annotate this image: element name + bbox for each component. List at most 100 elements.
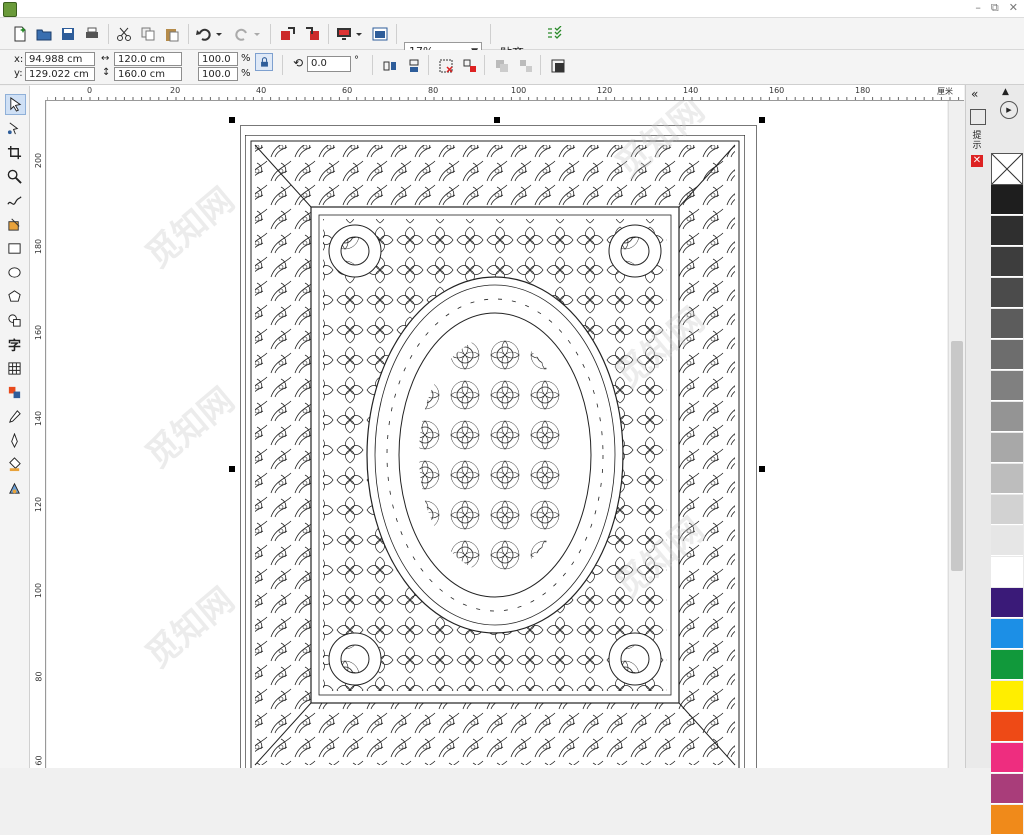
export-icon[interactable] — [302, 24, 322, 44]
app-launcher-icon[interactable] — [370, 24, 390, 44]
redo-dropdown-icon[interactable] — [252, 24, 262, 44]
new-icon[interactable] — [10, 24, 30, 44]
palette-scroll-up-icon[interactable]: ▲ — [1002, 87, 1009, 97]
collapse-docker-icon[interactable]: « — [971, 87, 978, 101]
color-swatch[interactable] — [991, 433, 1023, 463]
rectangle-tool-icon[interactable] — [5, 239, 24, 258]
polygon-tool-icon[interactable] — [5, 287, 24, 306]
text-tool-icon[interactable]: 字 — [5, 335, 24, 354]
horizontal-ruler[interactable]: 0 20 40 60 80 100 120 140 160 180 厘米 — [47, 85, 964, 101]
interactive-fill-tool-icon[interactable] — [5, 479, 24, 498]
selection-handle[interactable] — [759, 117, 765, 123]
fill-tool-icon[interactable] — [5, 455, 24, 474]
import-icon[interactable] — [278, 24, 298, 44]
carpet-pattern-artwork[interactable] — [245, 135, 745, 768]
ruler-origin[interactable] — [30, 85, 48, 101]
redo-icon[interactable] — [232, 24, 252, 44]
width-icon: ↔ — [101, 53, 110, 64]
object-manager-icon[interactable] — [970, 109, 986, 125]
mirror-horizontal-icon[interactable] — [380, 56, 400, 76]
smart-fill-tool-icon[interactable] — [5, 215, 24, 234]
undo-dropdown-icon[interactable] — [214, 24, 224, 44]
color-swatch[interactable] — [991, 216, 1023, 246]
combine-icon[interactable] — [492, 56, 512, 76]
selection-handle[interactable] — [759, 466, 765, 472]
print-icon[interactable] — [82, 24, 102, 44]
selection-handle[interactable] — [494, 117, 500, 123]
color-swatch[interactable] — [991, 712, 1023, 742]
paste-icon[interactable] — [162, 24, 182, 44]
crop-tool-icon[interactable] — [5, 143, 24, 162]
color-swatch[interactable] — [991, 340, 1023, 370]
mirror-vertical-icon[interactable] — [404, 56, 424, 76]
color-swatch[interactable] — [991, 557, 1023, 587]
selection-handle[interactable] — [229, 466, 235, 472]
ruler-label: 100 — [34, 582, 44, 599]
color-swatch[interactable] — [991, 464, 1023, 494]
shape-tool-icon[interactable] — [5, 119, 24, 138]
minimize-button[interactable]: – — [975, 1, 981, 15]
color-swatch[interactable] — [991, 743, 1023, 773]
restore-button[interactable]: ⧉ — [991, 1, 999, 15]
scrollbar-thumb[interactable] — [951, 341, 963, 571]
close-button[interactable]: ✕ — [1009, 1, 1018, 15]
color-swatch[interactable] — [991, 588, 1023, 618]
ungroup-icon[interactable] — [460, 56, 480, 76]
color-swatch[interactable] — [991, 526, 1023, 556]
color-swatch[interactable] — [991, 650, 1023, 680]
publish-icon[interactable] — [334, 24, 354, 44]
group-icon[interactable] — [436, 56, 456, 76]
no-color-swatch[interactable] — [991, 153, 1023, 185]
ellipse-tool-icon[interactable] — [5, 263, 24, 282]
scale-height-field[interactable]: 100.0 — [198, 67, 238, 81]
vertical-scrollbar[interactable] — [948, 101, 965, 768]
height-icon: ↕ — [102, 67, 111, 78]
zoom-tool-icon[interactable] — [5, 167, 24, 186]
color-swatch[interactable] — [991, 371, 1023, 401]
property-bar: x: 94.988 cm y: 129.022 cm ↔ 120.0 cm ↕ … — [0, 50, 1024, 85]
y-label: y: — [14, 68, 23, 79]
save-icon[interactable] — [58, 24, 78, 44]
lock-ratio-icon[interactable] — [255, 53, 273, 71]
x-position-field[interactable]: 94.988 cm — [25, 52, 95, 66]
color-swatch[interactable] — [991, 805, 1023, 835]
drawing-canvas[interactable]: 觅知网 觅知网 觅知网 觅知网 觅知网 觅知网 — [47, 101, 947, 768]
color-swatch[interactable] — [991, 402, 1023, 432]
basic-shapes-tool-icon[interactable] — [5, 311, 24, 330]
color-swatch[interactable] — [991, 681, 1023, 711]
ruler-label: 180 — [34, 238, 44, 255]
publish-dropdown-icon[interactable] — [354, 24, 364, 44]
vertical-ruler[interactable]: 200 180 160 140 120 100 80 60 — [30, 100, 46, 768]
close-docker-icon[interactable]: ✕ — [971, 155, 983, 167]
color-swatch[interactable] — [991, 309, 1023, 339]
outline-pen-tool-icon[interactable] — [5, 431, 24, 450]
color-swatch[interactable] — [991, 619, 1023, 649]
undo-icon[interactable] — [194, 24, 214, 44]
eyedropper-tool-icon[interactable] — [5, 407, 24, 426]
ruler-label: 160 — [34, 324, 44, 341]
cut-icon[interactable] — [114, 24, 134, 44]
color-swatch[interactable] — [991, 185, 1023, 215]
copy-icon[interactable] — [138, 24, 158, 44]
scale-width-field[interactable]: 100.0 — [198, 52, 238, 66]
height-field[interactable]: 160.0 cm — [114, 67, 182, 81]
pick-tool-icon[interactable] — [5, 94, 26, 115]
width-field[interactable]: 120.0 cm — [114, 52, 182, 66]
table-tool-icon[interactable] — [5, 359, 24, 378]
color-swatch[interactable] — [991, 278, 1023, 308]
app-logo-icon — [3, 2, 17, 17]
color-swatch[interactable] — [991, 247, 1023, 277]
color-swatch[interactable] — [991, 495, 1023, 525]
y-position-field[interactable]: 129.022 cm — [25, 67, 95, 81]
break-apart-icon[interactable] — [516, 56, 536, 76]
palette-menu-icon[interactable]: ▶ — [1000, 101, 1018, 119]
freehand-tool-icon[interactable] — [5, 191, 24, 210]
blend-tool-icon[interactable] — [5, 383, 24, 402]
rotation-angle-field[interactable]: 0.0 — [307, 56, 351, 72]
color-swatch[interactable] — [991, 774, 1023, 804]
selection-handle[interactable] — [229, 117, 235, 123]
align-distribute-icon[interactable] — [548, 56, 568, 76]
options-icon[interactable] — [544, 24, 564, 44]
hints-tab[interactable]: 提示 — [970, 131, 984, 151]
open-icon[interactable] — [34, 24, 54, 44]
